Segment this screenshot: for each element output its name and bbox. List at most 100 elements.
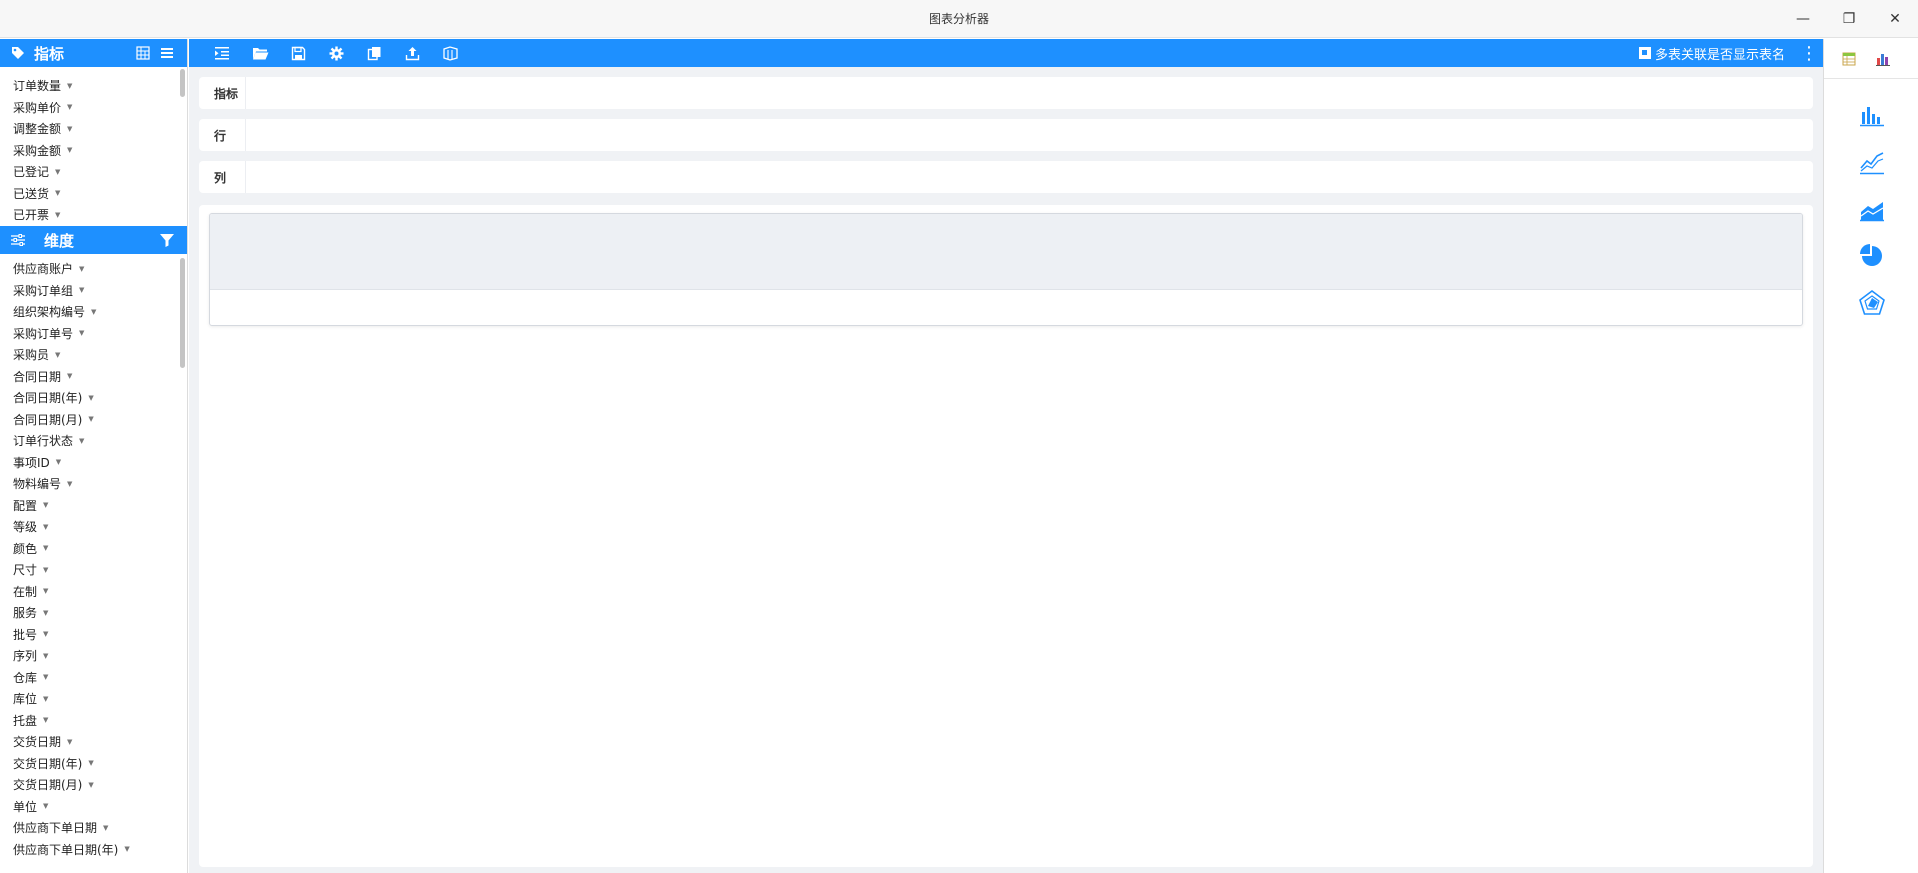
field-item[interactable]: 服务 ▼: [13, 602, 187, 624]
caret-down-icon[interactable]: ▼: [43, 501, 48, 509]
filter-button[interactable]: [155, 228, 179, 252]
caret-down-icon[interactable]: ▼: [67, 82, 72, 90]
caret-down-icon[interactable]: ▼: [43, 673, 48, 681]
field-item[interactable]: 等级 ▼: [13, 516, 187, 538]
field-item[interactable]: 颜色 ▼: [13, 538, 187, 560]
caret-down-icon[interactable]: ▼: [43, 609, 48, 617]
tab-chart-view[interactable]: [1866, 44, 1900, 74]
close-button[interactable]: ✕: [1872, 0, 1918, 38]
restore-button[interactable]: ❐: [1826, 0, 1872, 38]
field-item[interactable]: 供应商下单日期 ▼: [13, 817, 187, 839]
list-view-button[interactable]: [155, 41, 179, 65]
field-item[interactable]: 采购订单号 ▼: [13, 323, 187, 345]
field-item[interactable]: 采购订单组 ▼: [13, 280, 187, 302]
field-item[interactable]: 采购金额 ▼: [13, 140, 187, 162]
field-item[interactable]: 采购员 ▼: [13, 344, 187, 366]
save-button[interactable]: [279, 39, 317, 67]
caret-down-icon[interactable]: ▼: [88, 759, 93, 767]
caret-down-icon[interactable]: ▼: [67, 103, 72, 111]
show-table-name-checkbox[interactable]: 多表关联是否显示表名: [1638, 44, 1785, 63]
copy-button[interactable]: [355, 39, 393, 67]
field-item[interactable]: 物料编号 ▼: [13, 473, 187, 495]
caret-down-icon[interactable]: ▼: [55, 168, 60, 176]
area-chart-button[interactable]: [1852, 189, 1892, 229]
open-button[interactable]: [241, 39, 279, 67]
export-button[interactable]: [393, 39, 431, 67]
caret-down-icon[interactable]: ▼: [43, 630, 48, 638]
caret-down-icon[interactable]: ▼: [43, 587, 48, 595]
field-item[interactable]: 库位 ▼: [13, 688, 187, 710]
caret-down-icon[interactable]: ▼: [43, 544, 48, 552]
caret-down-icon[interactable]: ▼: [88, 781, 93, 789]
field-item[interactable]: 在制 ▼: [13, 581, 187, 603]
caret-down-icon[interactable]: ▼: [43, 523, 48, 531]
rows-dropzone[interactable]: 行: [199, 119, 1813, 151]
field-item[interactable]: 组织架构编号 ▼: [13, 301, 187, 323]
field-item[interactable]: 采购单价 ▼: [13, 97, 187, 119]
field-item[interactable]: 单位 ▼: [13, 796, 187, 818]
caret-down-icon[interactable]: ▼: [79, 437, 84, 445]
field-item[interactable]: 订单行状态 ▼: [13, 430, 187, 452]
field-item-label: 已送货: [13, 186, 50, 201]
line-chart-button[interactable]: [1852, 142, 1892, 182]
field-item[interactable]: 事项ID ▼: [13, 452, 187, 474]
caret-down-icon[interactable]: ▼: [55, 189, 60, 197]
measures-dropzone[interactable]: 指标: [199, 77, 1813, 109]
caret-down-icon[interactable]: ▼: [103, 824, 108, 832]
measures-scrollbar[interactable]: [180, 69, 185, 97]
field-item[interactable]: 已送货 ▼: [13, 183, 187, 205]
field-item[interactable]: 已开票 ▼: [13, 204, 187, 226]
field-item[interactable]: 托盘 ▼: [13, 710, 187, 732]
pivot-table[interactable]: [209, 213, 1803, 326]
caret-down-icon[interactable]: ▼: [124, 845, 129, 853]
caret-down-icon[interactable]: ▼: [91, 308, 96, 316]
field-item[interactable]: 供应商下单日期(年) ▼: [13, 839, 187, 861]
field-item[interactable]: 合同日期 ▼: [13, 366, 187, 388]
field-item[interactable]: 订单数量 ▼: [13, 75, 187, 97]
field-item[interactable]: 尺寸 ▼: [13, 559, 187, 581]
field-item[interactable]: 交货日期(年) ▼: [13, 753, 187, 775]
field-item[interactable]: 交货日期 ▼: [13, 731, 187, 753]
caret-down-icon[interactable]: ▼: [79, 286, 84, 294]
caret-down-icon[interactable]: ▼: [67, 146, 72, 154]
field-item[interactable]: 序列 ▼: [13, 645, 187, 667]
dimensions-scrollbar[interactable]: [180, 258, 185, 368]
field-item[interactable]: 已登记 ▼: [13, 161, 187, 183]
caret-down-icon[interactable]: ▼: [67, 125, 72, 133]
field-item[interactable]: 批号 ▼: [13, 624, 187, 646]
field-item[interactable]: 合同日期(年) ▼: [13, 387, 187, 409]
bar-chart-button[interactable]: [1852, 95, 1892, 135]
tab-table-view[interactable]: [1832, 44, 1866, 74]
field-item[interactable]: 供应商账户 ▼: [13, 258, 187, 280]
caret-down-icon[interactable]: ▼: [67, 372, 72, 380]
field-item[interactable]: 交货日期(月) ▼: [13, 774, 187, 796]
caret-down-icon[interactable]: ▼: [55, 211, 60, 219]
caret-down-icon[interactable]: ▼: [56, 458, 61, 466]
checkbox-box[interactable]: [1638, 47, 1651, 59]
caret-down-icon[interactable]: ▼: [67, 480, 72, 488]
settings-button[interactable]: [317, 39, 355, 67]
caret-down-icon[interactable]: ▼: [88, 394, 93, 402]
caret-down-icon[interactable]: ▼: [43, 695, 48, 703]
field-item[interactable]: 仓库 ▼: [13, 667, 187, 689]
caret-down-icon[interactable]: ▼: [55, 351, 60, 359]
caret-down-icon[interactable]: ▼: [67, 738, 72, 746]
field-item[interactable]: 合同日期(月) ▼: [13, 409, 187, 431]
outline-button[interactable]: [203, 39, 241, 67]
field-item[interactable]: 调整金额 ▼: [13, 118, 187, 140]
caret-down-icon[interactable]: ▼: [43, 802, 48, 810]
caret-down-icon[interactable]: ▼: [88, 415, 93, 423]
caret-down-icon[interactable]: ▼: [43, 716, 48, 724]
caret-down-icon[interactable]: ▼: [79, 265, 84, 273]
caret-down-icon[interactable]: ▼: [43, 566, 48, 574]
radar-chart-button[interactable]: [1852, 283, 1892, 323]
data-source-button[interactable]: [431, 39, 469, 67]
field-item[interactable]: 配置 ▼: [13, 495, 187, 517]
minimize-button[interactable]: —: [1780, 0, 1826, 38]
columns-dropzone[interactable]: 列: [199, 161, 1813, 193]
pie-chart-button[interactable]: [1852, 236, 1892, 276]
caret-down-icon[interactable]: ▼: [43, 652, 48, 660]
caret-down-icon[interactable]: ▼: [79, 329, 84, 337]
grid-view-button[interactable]: [131, 41, 155, 65]
more-options-button[interactable]: ⋮: [1799, 43, 1819, 64]
